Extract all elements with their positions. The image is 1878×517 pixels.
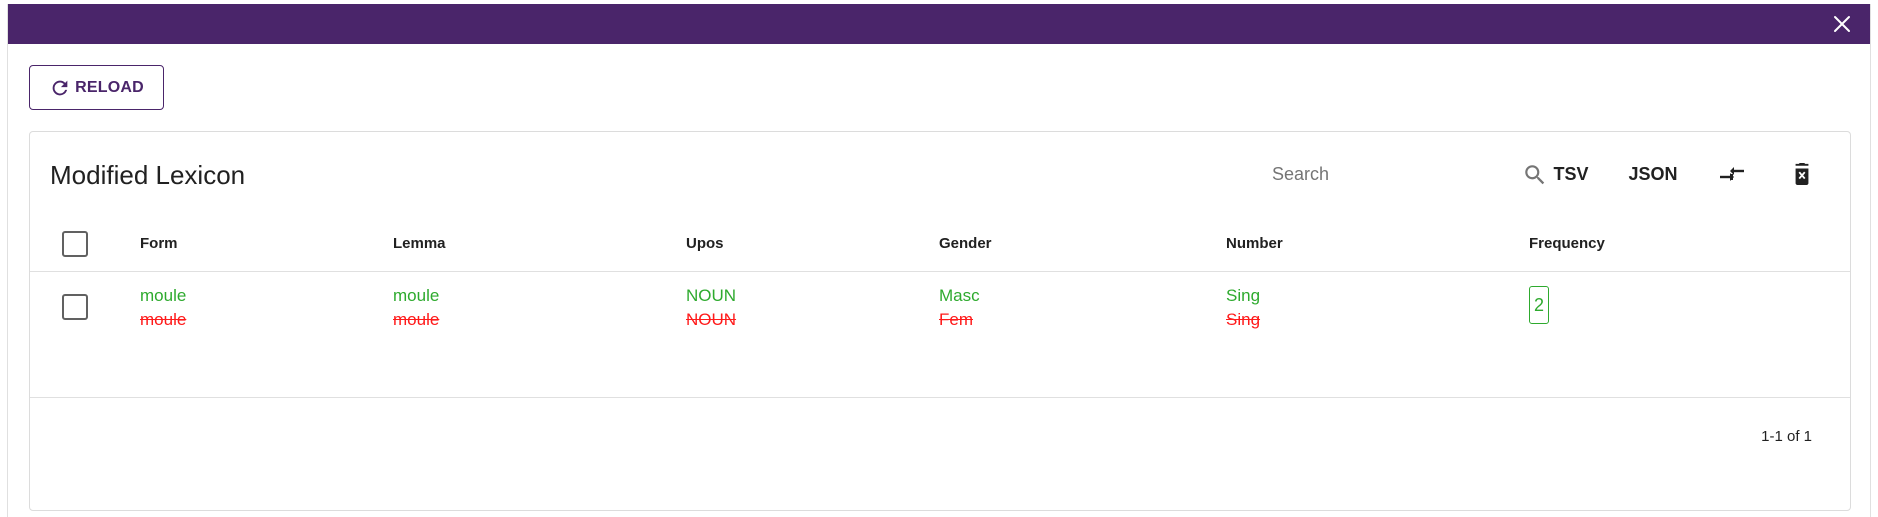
table-row: moule moule moule moule NOUN NOUN Masc F…	[30, 272, 1850, 398]
refresh-icon	[52, 80, 68, 95]
reload-button[interactable]: RELOAD	[29, 65, 164, 110]
close-button[interactable]	[1830, 12, 1854, 36]
dialog-title-bar	[8, 4, 1870, 44]
delete-forever-icon	[1795, 163, 1809, 185]
old-form-value: moule	[140, 310, 187, 329]
compare-arrows-icon	[1720, 167, 1744, 181]
export-json-button[interactable]: JSON	[1620, 154, 1686, 194]
compare-button[interactable]	[1710, 154, 1754, 194]
export-tsv-button[interactable]: TSV	[1546, 154, 1596, 194]
new-gender-value: Masc	[939, 286, 980, 305]
reload-label: RELOAD	[75, 78, 144, 96]
new-number-value: Sing	[1226, 286, 1261, 305]
number-cell: Sing Sing	[1226, 284, 1260, 332]
old-number-value: Sing	[1226, 310, 1261, 329]
frequency-badge: 2	[1529, 286, 1549, 324]
column-header-form[interactable]: Form	[140, 235, 178, 252]
lexicon-dialog: RELOAD Modified Lexicon TSV JSON	[7, 4, 1871, 517]
column-header-gender[interactable]: Gender	[939, 235, 992, 252]
old-upos-value: NOUN	[686, 310, 737, 329]
lexicon-table: Form Lemma Upos Gender Number Frequency …	[30, 216, 1850, 398]
lemma-cell: moule moule	[393, 284, 439, 332]
column-header-frequency[interactable]: Frequency	[1529, 235, 1605, 252]
old-gender-value: Fem	[939, 310, 973, 329]
page-title: Modified Lexicon	[50, 160, 246, 190]
column-header-upos[interactable]: Upos	[686, 235, 724, 252]
new-form-value: moule	[140, 286, 187, 305]
new-upos-value: NOUN	[686, 286, 737, 305]
column-header-lemma[interactable]: Lemma	[393, 235, 446, 252]
search-icon[interactable]	[1522, 162, 1548, 188]
gender-cell: Masc Fem	[939, 284, 980, 332]
column-header-number[interactable]: Number	[1226, 235, 1283, 252]
search-box	[1272, 152, 1552, 196]
new-lemma-value: moule	[393, 286, 440, 305]
row-checkbox[interactable]	[62, 294, 88, 320]
upos-cell: NOUN NOUN	[686, 284, 736, 332]
search-input[interactable]	[1272, 152, 1502, 196]
pagination-text: 1-1 of 1	[1761, 428, 1812, 445]
delete-button[interactable]	[1780, 154, 1824, 194]
table-header: Form Lemma Upos Gender Number Frequency	[30, 216, 1850, 272]
close-icon	[1834, 16, 1850, 32]
select-all-checkbox[interactable]	[62, 231, 88, 257]
modified-lexicon-card: Modified Lexicon TSV JSON	[29, 131, 1851, 511]
old-lemma-value: moule	[393, 310, 440, 329]
form-cell: moule moule	[140, 284, 186, 332]
